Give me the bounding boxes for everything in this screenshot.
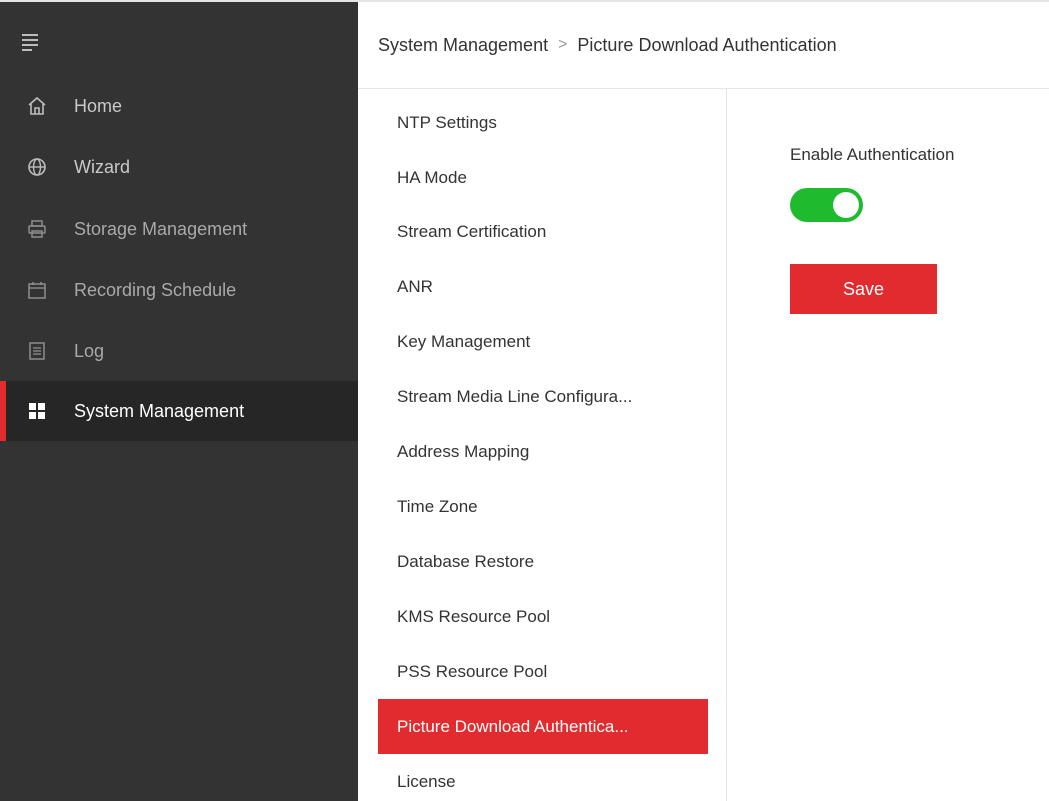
enable-authentication-label: Enable Authentication <box>790 145 955 164</box>
breadcrumb-current: Picture Download Authentication <box>577 34 837 55</box>
submenu-item-database-restore[interactable]: Database Restore <box>378 534 708 589</box>
enable-authentication-toggle[interactable] <box>790 188 863 222</box>
submenu-item-time-zone[interactable]: Time Zone <box>378 479 708 534</box>
submenu-item-key-management[interactable]: Key Management <box>378 314 708 369</box>
menu-icon[interactable] <box>22 34 40 52</box>
submenu-item-address-mapping[interactable]: Address Mapping <box>378 424 708 479</box>
submenu-item-license[interactable]: License <box>378 754 708 801</box>
log-icon <box>27 341 47 361</box>
sidebar: Home Wizard Storage Management Recording… <box>0 0 358 801</box>
sidebar-item-label: Log <box>74 340 105 361</box>
breadcrumb-parent[interactable]: System Management <box>378 35 548 56</box>
sidebar-item-wizard[interactable]: Wizard <box>0 137 358 197</box>
breadcrumb: System Management > Picture Download Aut… <box>358 0 1049 89</box>
submenu-item-picture-download-authentication[interactable]: Picture Download Authentica... <box>378 699 708 754</box>
sidebar-item-label: System Management <box>74 400 245 421</box>
sidebar-item-system-management[interactable]: System Management <box>0 381 358 441</box>
submenu: NTP Settings HA Mode Stream Certificatio… <box>358 89 727 801</box>
sidebar-item-home[interactable]: Home <box>0 76 358 136</box>
printer-icon <box>27 219 47 239</box>
sidebar-item-label: Home <box>74 95 123 116</box>
home-icon <box>27 96 47 116</box>
sidebar-item-label: Recording Schedule <box>74 279 237 300</box>
submenu-item-ha-mode[interactable]: HA Mode <box>378 150 708 205</box>
settings-panel: Enable Authentication Save <box>727 89 1049 801</box>
globe-icon <box>27 157 47 177</box>
save-button[interactable]: Save <box>790 264 937 314</box>
calendar-icon <box>27 280 47 300</box>
breadcrumb-separator: > <box>558 36 568 53</box>
toggle-knob <box>833 192 859 218</box>
grid-icon <box>27 401 47 421</box>
submenu-item-stream-media-line[interactable]: Stream Media Line Configura... <box>378 369 708 424</box>
submenu-item-anr[interactable]: ANR <box>378 259 708 314</box>
submenu-item-stream-certification[interactable]: Stream Certification <box>378 204 708 259</box>
sidebar-item-log[interactable]: Log <box>0 321 358 381</box>
submenu-item-kms-resource-pool[interactable]: KMS Resource Pool <box>378 589 708 644</box>
submenu-item-ntp-settings[interactable]: NTP Settings <box>378 95 708 150</box>
sidebar-item-label: Storage Management <box>74 218 248 239</box>
sidebar-item-storage-management[interactable]: Storage Management <box>0 199 358 259</box>
sidebar-item-label: Wizard <box>74 156 131 177</box>
sidebar-top-border <box>0 0 358 2</box>
sidebar-item-recording-schedule[interactable]: Recording Schedule <box>0 260 358 320</box>
submenu-item-pss-resource-pool[interactable]: PSS Resource Pool <box>378 644 708 699</box>
